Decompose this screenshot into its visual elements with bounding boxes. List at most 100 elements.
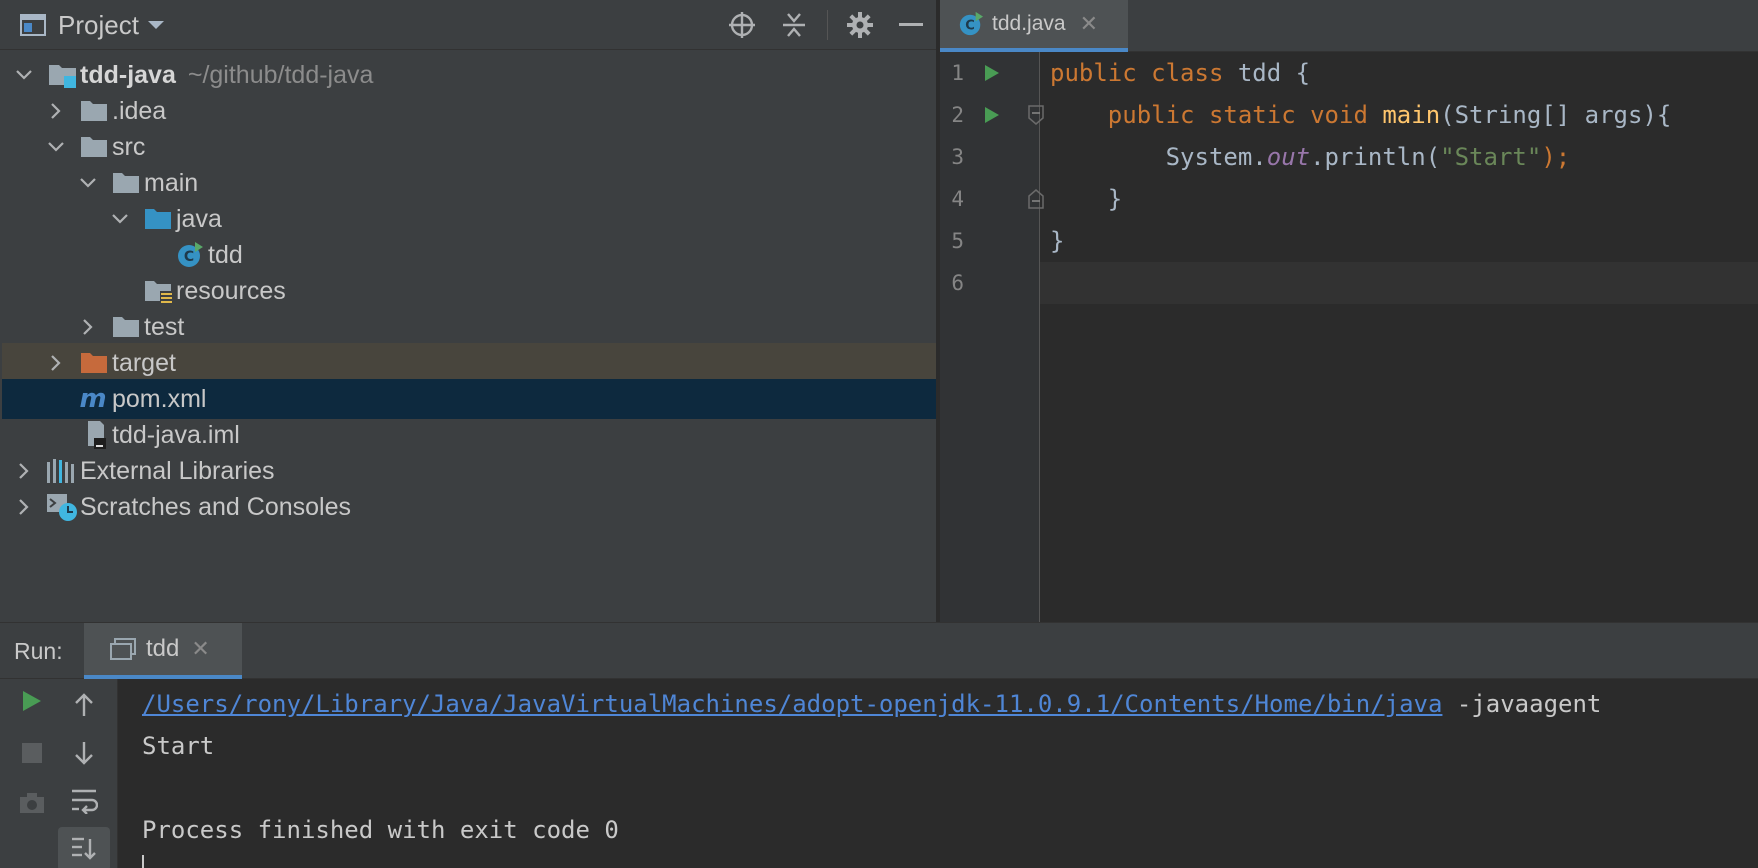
tree-item-scratches-and-consoles[interactable]: Scratches and Consoles [2,487,936,527]
tree-item-pom-xml[interactable]: m pom.xml [2,379,936,419]
chevron-down-icon[interactable] [12,55,36,95]
keyword: class [1151,59,1224,87]
java-args: -javaagent [1442,690,1602,718]
console-output[interactable]: /Users/rony/Library/Java/JavaVirtualMach… [140,679,1758,868]
run-label: Run: [14,638,63,664]
run-class-icon[interactable] [984,52,1004,94]
project-view-selector[interactable]: Project [58,0,139,50]
chevron-down-icon[interactable] [44,127,68,167]
code-line-4: } [1050,178,1758,220]
tree-label: target [112,349,176,377]
tree-item-tdd-java[interactable]: tdd-java ~/github/tdd-java [2,55,936,95]
tab-label: tdd.java [992,12,1066,35]
arrow-down-icon[interactable] [62,731,106,775]
console-output-line: Start [142,732,215,760]
keyword: public [1107,101,1195,129]
svg-text:m: m [79,385,106,413]
fold-icon[interactable] [1028,94,1048,136]
text-cursor [142,855,144,868]
maven-icon: m [78,379,108,419]
scroll-to-end-icon[interactable] [58,827,110,868]
minimize-icon[interactable] [896,0,926,50]
folder-icon [112,307,140,347]
tree-item-main[interactable]: main [2,163,936,203]
editor-gutter: 1 2 3 4 5 6 [940,52,1044,622]
chevron-right-icon[interactable] [12,487,36,527]
tree-label: pom.xml [112,385,207,413]
gear-icon[interactable] [842,0,878,50]
tree-item-idea[interactable]: .idea [2,91,936,131]
code-text: .println( [1310,143,1441,171]
tree-item-tdd[interactable]: C tdd [2,235,936,275]
locate-icon[interactable] [724,0,760,50]
collapse-all-icon[interactable] [776,0,812,50]
tree-label: java [176,205,222,233]
arrow-up-icon[interactable] [62,683,106,727]
console-icon [110,638,136,660]
tree-item-resources[interactable]: resources [2,271,936,311]
tree-label: test [144,313,185,341]
tree-item-target[interactable]: target [2,343,936,383]
java-class-icon: C [958,11,984,37]
code-line-6 [1040,262,1758,304]
chevron-right-icon[interactable] [44,343,68,383]
code-line-1: public class tdd { [1050,52,1758,94]
chevron-down-icon[interactable] [144,0,168,50]
tree-label: main [144,169,199,197]
source-folder-icon [144,199,172,239]
chevron-right-icon[interactable] [12,451,36,491]
line-number: 1 [951,61,964,85]
run-header: Run: tdd ✕ [0,623,1758,679]
close-icon[interactable]: ✕ [1080,11,1098,37]
java-path-link[interactable]: /Users/rony/Library/Java/JavaVirtualMach… [142,690,1442,718]
tree-label: External Libraries [80,457,275,485]
run-main-icon[interactable] [984,94,1004,136]
stop-icon[interactable] [10,731,54,775]
editor-panel: C tdd.java ✕ 1 2 3 4 5 6 public class td… [940,0,1758,622]
resources-folder-icon [144,271,174,311]
static-field: out [1266,143,1311,171]
libraries-icon [46,451,76,491]
line-number: 3 [951,145,964,169]
tree-label: src [112,133,146,161]
tree-item-java[interactable]: java [2,199,936,239]
close-icon[interactable]: ✕ [191,636,209,662]
tab-label: tdd [146,635,180,662]
tree-item-test[interactable]: test [2,307,936,347]
tree-path: ~/github/tdd-java [187,61,374,89]
chevron-right-icon[interactable] [44,91,68,131]
header-separator [827,10,828,40]
chevron-right-icon[interactable] [76,307,100,347]
tree-label: Scratches and Consoles [80,493,351,521]
tree-label: tdd-java [80,61,176,89]
keyword: static [1208,101,1296,129]
tab-tdd-java[interactable]: C tdd.java ✕ [940,0,1128,52]
chevron-down-icon[interactable] [76,163,100,203]
code-text: tdd { [1223,59,1311,87]
java-class-icon: C [176,235,204,275]
run-tab-tdd[interactable]: tdd ✕ [84,623,242,679]
tree-item-external-libraries[interactable]: External Libraries [2,451,936,491]
excluded-folder-icon [80,343,108,383]
tree-item-tdd-java-iml[interactable]: tdd-java.iml [2,415,936,455]
soft-wrap-icon[interactable] [62,779,106,823]
code-text: } [1050,227,1065,255]
line-number: 4 [951,187,964,211]
rerun-icon[interactable] [10,679,54,723]
editor-tab-bar: C tdd.java ✕ [940,0,1758,52]
code-area[interactable]: public class tdd { public static void ma… [1040,52,1758,622]
tree-item-src[interactable]: src [2,127,936,167]
fold-end-icon[interactable] [1028,178,1048,220]
line-number: 2 [951,103,964,127]
code-text: (String[] args){ [1440,101,1672,129]
svg-text:C: C [965,19,975,34]
console-command-line: /Users/rony/Library/Java/JavaVirtualMach… [142,683,1601,725]
console-exit-line: Process finished with exit code 0 [142,816,619,844]
line-number: 6 [951,271,964,295]
module-folder-icon [48,55,78,95]
run-toolbar [0,679,118,868]
project-panel: Project tdd-java ~/github/tdd-java .idea… [0,0,938,622]
chevron-down-icon[interactable] [108,199,132,239]
project-window-icon [18,0,48,50]
camera-icon[interactable] [10,781,54,825]
